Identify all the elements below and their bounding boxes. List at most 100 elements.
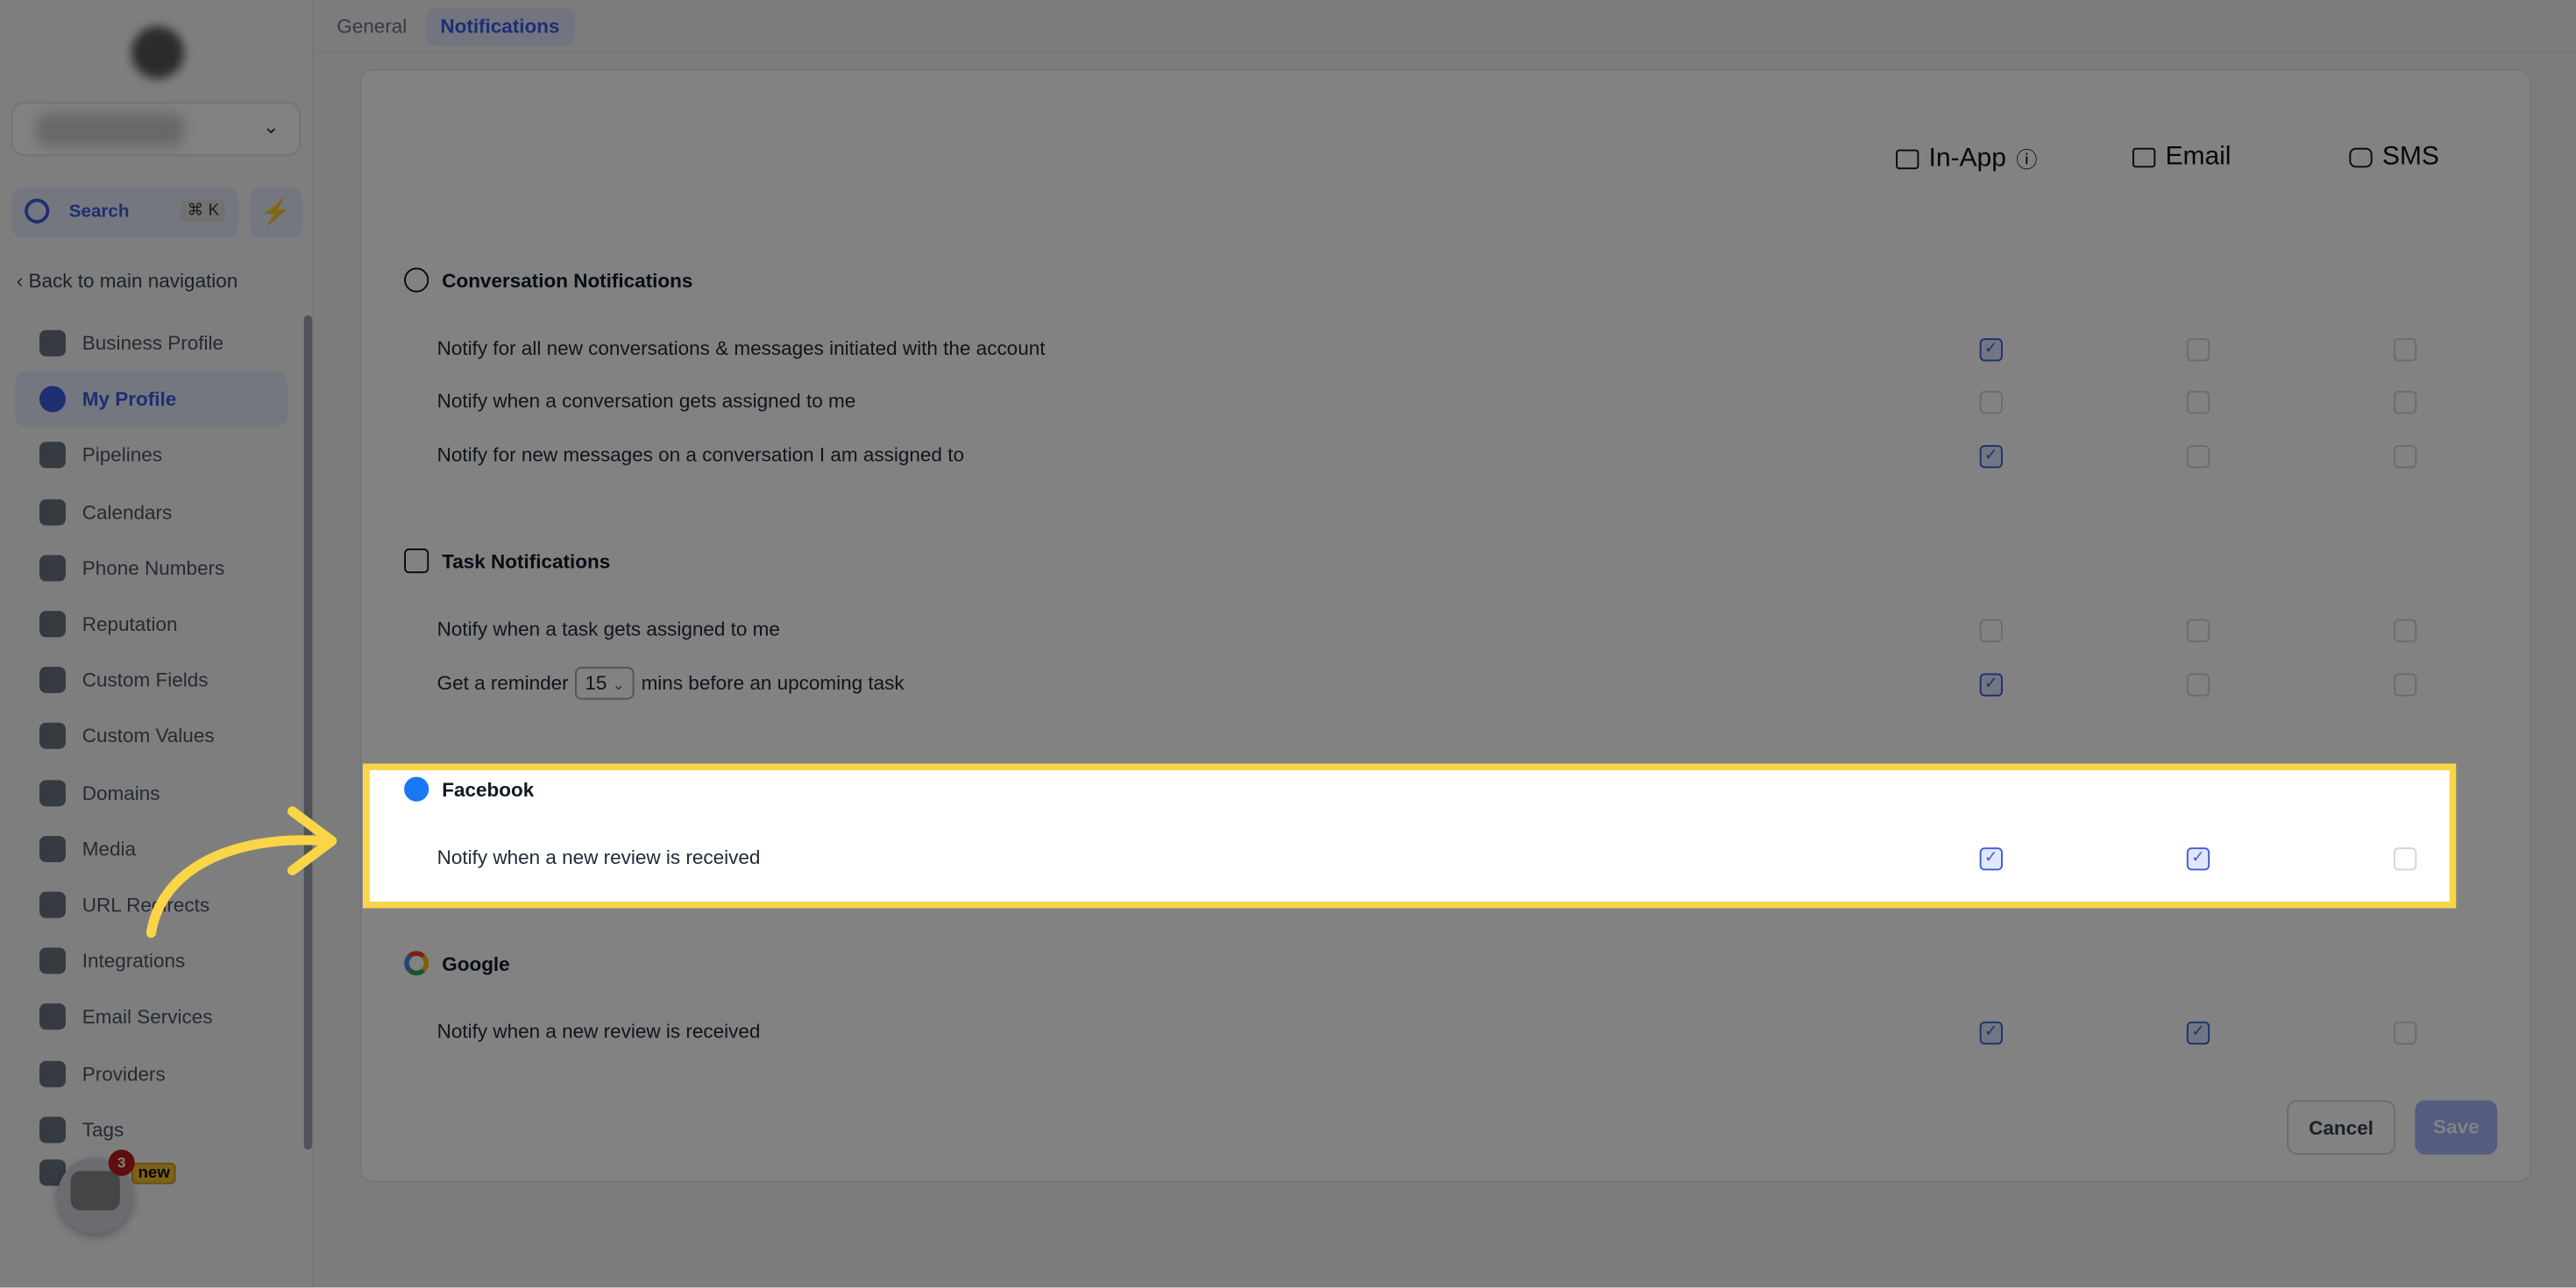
back-label: Back to main navigation: [28, 269, 238, 293]
section-heading: Facebook: [404, 776, 535, 802]
chevron-down-icon: ⌄: [262, 115, 280, 138]
sidebar-item-custom-fields[interactable]: Custom Fields: [15, 652, 287, 708]
phone-icon: [39, 555, 66, 582]
sidebar-item-label: Custom Values: [82, 725, 215, 748]
info-icon[interactable]: ⓘ: [2016, 143, 2037, 174]
sidebar-item-label: Integrations: [82, 949, 186, 973]
row-label: Notify when a conversation gets assigned…: [436, 389, 856, 413]
integrations-icon: [39, 947, 66, 974]
column-sms: SMS: [2349, 143, 2439, 173]
email-checkbox[interactable]: ✓: [2186, 847, 2211, 871]
sms-checkbox[interactable]: [2394, 338, 2417, 362]
cancel-button[interactable]: Cancel: [2287, 1100, 2395, 1155]
providers-icon: [39, 1060, 66, 1087]
in-app-checkbox[interactable]: ✓: [1979, 673, 2003, 697]
sms-checkbox[interactable]: [2394, 847, 2417, 871]
sidebar-item-providers[interactable]: Providers: [15, 1045, 287, 1101]
app: ⌄ Search ⌘ K ⚡ ‹ Back to main navigation…: [0, 0, 2576, 1288]
google-icon: [404, 951, 429, 976]
in-app-checkbox[interactable]: ✓: [1979, 1021, 2003, 1045]
back-to-main-navigation[interactable]: ‹ Back to main navigation: [17, 269, 238, 292]
monitor-icon: [1896, 148, 1920, 169]
column-label: Email: [2165, 143, 2232, 171]
reminder-minutes-select[interactable]: 15 ⌄: [575, 667, 635, 700]
row-label: Notify for all new conversations & messa…: [436, 336, 1046, 360]
section-title: Task Notifications: [442, 548, 611, 573]
link-icon: [39, 891, 66, 918]
section-title: Facebook: [442, 777, 535, 801]
email-checkbox[interactable]: [2186, 673, 2211, 697]
values-icon: [39, 723, 66, 750]
chevron-left-icon: ‹: [16, 269, 29, 293]
chat-icon: [70, 1171, 120, 1211]
notification-row: Notify when a task gets assigned to me: [437, 618, 780, 640]
sidebar-item-label: Calendars: [82, 499, 173, 524]
sidebar-item-my-profile[interactable]: My Profile: [14, 371, 288, 428]
sidebar: ⌄ Search ⌘ K ⚡ ‹ Back to main navigation…: [0, 0, 315, 1288]
notification-row: Notify for new messages on a conversatio…: [437, 443, 964, 466]
email-checkbox[interactable]: [2186, 391, 2211, 414]
save-button[interactable]: Save: [2415, 1100, 2498, 1155]
row-label-pre: Get a reminder: [436, 671, 569, 695]
facebook-icon: [404, 776, 429, 802]
tab-general[interactable]: General: [322, 8, 422, 46]
sidebar-item-custom-values[interactable]: Custom Values: [15, 709, 287, 765]
search-icon: [25, 198, 50, 223]
column-label: In-App: [1928, 144, 2006, 172]
section-heading: Conversation Notifications: [404, 267, 692, 293]
sidebar-item-label: My Profile: [82, 387, 177, 411]
row-label: Notify when a new review is received: [436, 1020, 761, 1044]
email-checkbox[interactable]: [2186, 338, 2211, 362]
sms-checkbox[interactable]: [2394, 619, 2417, 642]
sidebar-item-email-services[interactable]: Email Services: [15, 989, 287, 1045]
column-in-app: In-App ⓘ: [1896, 143, 2038, 174]
sidebar-item-label: Tags: [82, 1118, 124, 1142]
sms-checkbox[interactable]: [2394, 391, 2417, 414]
sidebar-item-calendars[interactable]: Calendars: [15, 484, 287, 540]
tab-divider: [315, 51, 2576, 53]
search-button[interactable]: Search ⌘ K: [11, 187, 238, 238]
section-heading: Task Notifications: [404, 548, 611, 574]
tab-notifications[interactable]: Notifications: [425, 8, 575, 46]
notification-row: Notify when a new review is received: [437, 1020, 761, 1043]
in-app-checkbox[interactable]: ✓: [1979, 338, 2003, 362]
sms-checkbox[interactable]: [2394, 673, 2417, 697]
sidebar-item-label: Media: [82, 837, 136, 860]
sidebar-item-label: Phone Numbers: [82, 556, 225, 580]
in-app-checkbox[interactable]: ✓: [1979, 444, 2003, 469]
select-value: 15: [585, 671, 607, 695]
section-heading: Google: [404, 951, 510, 976]
notification-row: Get a reminder 15 ⌄ mins before an upcomin…: [436, 667, 905, 700]
account-switcher[interactable]: ⌄: [11, 102, 302, 157]
tag-icon: [39, 1116, 66, 1143]
mail-icon: [39, 1003, 66, 1030]
email-checkbox[interactable]: [2186, 444, 2211, 469]
row-label: Notify when a task gets assigned to me: [436, 617, 780, 641]
sidebar-item-label: Reputation: [82, 612, 178, 636]
chat-unread-count: 3: [108, 1150, 135, 1177]
sms-checkbox[interactable]: [2394, 444, 2417, 469]
sidebar-scrollbar[interactable]: [303, 315, 313, 1150]
quick-actions-bolt-icon[interactable]: ⚡: [249, 187, 302, 238]
account-name-blurred: [36, 113, 184, 146]
notification-row: Notify for all new conversations & messa…: [437, 336, 1046, 359]
new-badge: new: [131, 1163, 177, 1185]
email-checkbox[interactable]: [2186, 619, 2211, 642]
sidebar-item-label: Providers: [82, 1061, 166, 1086]
sidebar-item-pipelines[interactable]: Pipelines: [15, 428, 287, 484]
search-label: Search: [68, 202, 130, 223]
media-icon: [39, 835, 66, 862]
sms-checkbox[interactable]: [2394, 1021, 2417, 1045]
sidebar-item-phone-numbers[interactable]: Phone Numbers: [15, 540, 287, 596]
in-app-checkbox[interactable]: [1979, 619, 2003, 642]
notification-row: Notify when a new review is received: [437, 846, 761, 868]
email-checkbox[interactable]: ✓: [2186, 1021, 2211, 1045]
sidebar-item-label: Email Services: [82, 1005, 213, 1030]
column-email: Email: [2132, 143, 2231, 173]
in-app-checkbox[interactable]: ✓: [1979, 847, 2003, 871]
chat-bubble-icon: [404, 267, 429, 293]
sidebar-item-reputation[interactable]: Reputation: [15, 596, 287, 652]
in-app-checkbox[interactable]: [1979, 391, 2003, 414]
sidebar-item-label: Custom Fields: [82, 669, 209, 692]
sidebar-item-business-profile[interactable]: Business Profile: [15, 315, 287, 372]
